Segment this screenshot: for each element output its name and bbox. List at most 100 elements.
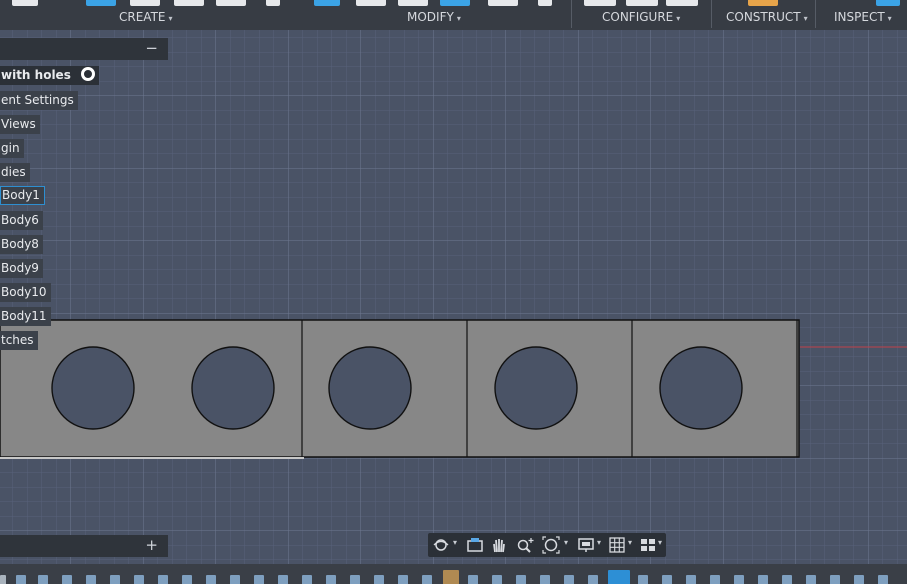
browser-item-body10[interactable]: Body10: [0, 283, 51, 302]
tree-item-label: Views: [1, 117, 36, 131]
browser-header[interactable]: −: [0, 38, 168, 60]
hole[interactable]: [191, 346, 275, 430]
fillet-icon[interactable]: [356, 0, 386, 6]
activate-radio-icon[interactable]: [80, 67, 95, 81]
display-settings-icon[interactable]: [577, 536, 595, 554]
timeline-feature-icon[interactable]: [16, 575, 26, 584]
tree-item-label: Body11: [1, 309, 47, 323]
timeline-feature-icon[interactable]: [686, 575, 696, 584]
timeline-sketch-icon[interactable]: [443, 570, 459, 584]
timeline-feature-icon[interactable]: [638, 575, 648, 584]
chevron-down-icon[interactable]: ▾: [453, 538, 457, 547]
timeline-start-icon[interactable]: [0, 575, 6, 584]
timeline-feature-icon[interactable]: [878, 575, 888, 584]
collapse-icon[interactable]: −: [145, 38, 158, 60]
orbit-icon[interactable]: [432, 536, 450, 554]
timeline-feature-icon[interactable]: [62, 575, 72, 584]
timeline-feature-icon[interactable]: [758, 575, 768, 584]
timeline-feature-icon[interactable]: [854, 575, 864, 584]
timeline-feature-icon[interactable]: [230, 575, 240, 584]
tree-item-label: Body1: [2, 188, 40, 202]
shell-icon[interactable]: [440, 0, 470, 6]
canvas-viewport[interactable]: [0, 30, 907, 564]
timeline-feature-icon[interactable]: [540, 575, 550, 584]
create-form-icon[interactable]: [86, 0, 116, 6]
timeline-feature-icon[interactable]: [326, 575, 336, 584]
zoom-icon[interactable]: [516, 536, 536, 554]
offset-plane-icon[interactable]: [748, 0, 778, 6]
timeline-feature-icon[interactable]: [830, 575, 840, 584]
timeline-feature-icon[interactable]: [158, 575, 168, 584]
revolve-icon[interactable]: [174, 0, 204, 6]
timeline-feature-icon[interactable]: [38, 575, 48, 584]
grid-icon[interactable]: [608, 536, 626, 554]
hole[interactable]: [328, 346, 412, 430]
chamfer-icon[interactable]: [398, 0, 428, 6]
create-menu[interactable]: CREATE ▾: [119, 10, 173, 26]
timeline-feature-icon[interactable]: [734, 575, 744, 584]
browser-item-body6[interactable]: Body6: [0, 211, 43, 230]
chevron-down-icon[interactable]: ▾: [564, 538, 568, 547]
browser-item-body9[interactable]: Body9: [0, 259, 43, 278]
hole[interactable]: [494, 346, 578, 430]
timeline-feature-icon[interactable]: [278, 575, 288, 584]
timeline-feature-icon[interactable]: [374, 575, 384, 584]
chevron-down-icon[interactable]: ▾: [658, 538, 662, 547]
construct-menu[interactable]: CONSTRUCT ▾: [726, 10, 808, 26]
perforated-body[interactable]: [0, 319, 800, 459]
extrude-icon[interactable]: [130, 0, 160, 6]
browser-item-body1[interactable]: Body1: [0, 186, 45, 205]
timeline-feature-icon[interactable]: [134, 575, 144, 584]
inspect-menu[interactable]: INSPECT ▾: [834, 10, 892, 26]
chevron-down-icon[interactable]: ▾: [628, 538, 632, 547]
pattern-icon[interactable]: [266, 0, 280, 6]
timeline-feature-icon[interactable]: [588, 575, 598, 584]
timeline-feature-icon[interactable]: [110, 575, 120, 584]
browser-item-bodies[interactable]: dies: [0, 163, 30, 182]
timeline-feature-icon[interactable]: [516, 575, 526, 584]
timeline-feature-icon[interactable]: [492, 575, 502, 584]
viewports-icon[interactable]: [639, 536, 657, 554]
chevron-down-icon[interactable]: ▾: [597, 538, 601, 547]
browser-item-body8[interactable]: Body8: [0, 235, 43, 254]
timeline-feature-icon[interactable]: [86, 575, 96, 584]
browser-item-origin[interactable]: gin: [0, 139, 24, 158]
add-comment-icon[interactable]: +: [145, 535, 158, 556]
hole-icon[interactable]: [216, 0, 246, 6]
look-at-icon[interactable]: [466, 536, 484, 554]
browser-item-document-settings[interactable]: ent Settings: [0, 91, 78, 110]
timeline-feature-icon[interactable]: [398, 575, 408, 584]
timeline-feature-icon[interactable]: [422, 575, 432, 584]
timeline-feature-icon[interactable]: [350, 575, 360, 584]
move-icon[interactable]: [538, 0, 552, 6]
pan-hand-icon[interactable]: [490, 536, 508, 554]
modify-menu[interactable]: MODIFY ▾: [407, 10, 461, 26]
timeline-marker-icon[interactable]: [608, 570, 630, 584]
fit-icon[interactable]: [542, 536, 560, 554]
timeline-feature-icon[interactable]: [182, 575, 192, 584]
timeline-feature-icon[interactable]: [468, 575, 478, 584]
timeline-feature-icon[interactable]: [782, 575, 792, 584]
configure-menu[interactable]: CONFIGURE ▾: [602, 10, 680, 26]
browser-item-sketches[interactable]: tches: [0, 331, 38, 350]
timeline-feature-icon[interactable]: [710, 575, 720, 584]
create-sketch-icon[interactable]: [12, 0, 38, 6]
timeline-feature-icon[interactable]: [806, 575, 816, 584]
timeline-feature-icon[interactable]: [206, 575, 216, 584]
measure-icon[interactable]: [876, 0, 900, 6]
browser-item-named-views[interactable]: Views: [0, 115, 40, 134]
configure-icon-3[interactable]: [666, 0, 698, 6]
combine-icon[interactable]: [488, 0, 518, 6]
configure-icon-2[interactable]: [626, 0, 658, 6]
press-pull-icon[interactable]: [314, 0, 340, 6]
timeline-feature-icon[interactable]: [564, 575, 574, 584]
timeline-feature-icon[interactable]: [254, 575, 264, 584]
hole[interactable]: [51, 346, 135, 430]
configure-icon-1[interactable]: [584, 0, 616, 6]
timeline-feature-icon[interactable]: [662, 575, 672, 584]
browser-root-component[interactable]: with holes: [0, 66, 99, 85]
timeline-feature-icon[interactable]: [302, 575, 312, 584]
comments-panel-header[interactable]: +: [0, 535, 168, 557]
hole[interactable]: [659, 346, 743, 430]
browser-item-body11[interactable]: Body11: [0, 307, 51, 326]
